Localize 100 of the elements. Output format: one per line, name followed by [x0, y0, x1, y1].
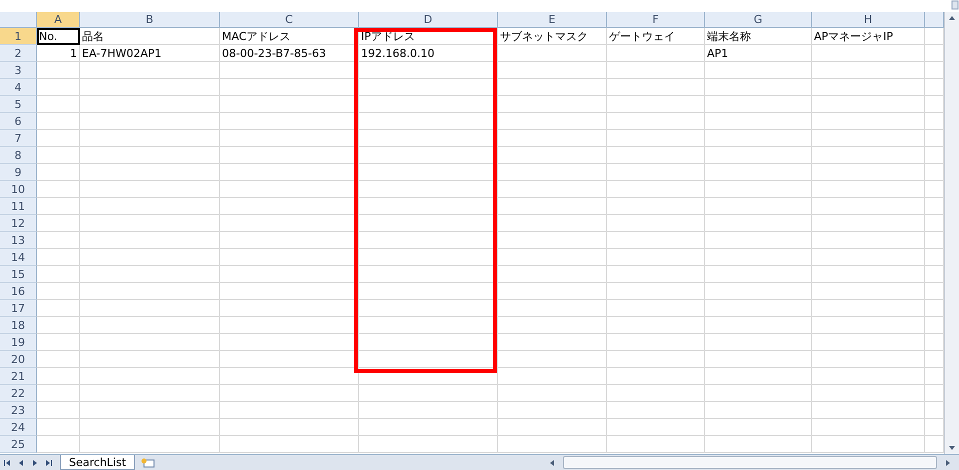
table-cell[interactable]	[812, 266, 925, 283]
table-cell[interactable]	[498, 79, 607, 96]
table-cell[interactable]	[359, 436, 498, 453]
table-cell[interactable]	[498, 215, 607, 232]
table-cell[interactable]	[607, 164, 705, 181]
row-header[interactable]: 3	[0, 62, 37, 79]
vertical-scrollbar[interactable]	[944, 12, 959, 454]
table-cell[interactable]	[812, 419, 925, 436]
table-cell[interactable]	[705, 79, 812, 96]
table-cell[interactable]	[220, 334, 359, 351]
table-cell[interactable]	[220, 385, 359, 402]
table-cell[interactable]	[812, 147, 925, 164]
table-cell[interactable]	[607, 317, 705, 334]
table-cell[interactable]	[498, 402, 607, 419]
table-cell[interactable]	[80, 283, 220, 300]
table-cell[interactable]	[607, 436, 705, 453]
table-cell[interactable]	[705, 164, 812, 181]
table-cell[interactable]	[80, 62, 220, 79]
table-cell[interactable]: AP1	[705, 45, 812, 62]
table-cell[interactable]	[607, 266, 705, 283]
row-header[interactable]: 11	[0, 198, 37, 215]
table-cell[interactable]	[80, 79, 220, 96]
table-cell[interactable]	[220, 300, 359, 317]
table-cell[interactable]	[80, 266, 220, 283]
table-cell[interactable]	[359, 300, 498, 317]
table-cell[interactable]: MACアドレス	[220, 28, 359, 45]
table-cell[interactable]	[498, 249, 607, 266]
table-cell[interactable]	[80, 249, 220, 266]
sheet-tab[interactable]: SearchList	[60, 455, 136, 470]
table-cell[interactable]	[220, 283, 359, 300]
table-cell[interactable]	[607, 334, 705, 351]
table-cell[interactable]	[80, 181, 220, 198]
table-cell[interactable]	[359, 130, 498, 147]
table-cell[interactable]: 192.168.0.10	[359, 45, 498, 62]
table-cell[interactable]	[37, 402, 80, 419]
row-header[interactable]: 20	[0, 351, 37, 368]
column-header[interactable]: E	[498, 12, 607, 28]
table-cell[interactable]	[607, 113, 705, 130]
table-cell[interactable]	[220, 147, 359, 164]
table-cell[interactable]	[498, 113, 607, 130]
table-cell[interactable]	[705, 300, 812, 317]
table-cell[interactable]	[220, 249, 359, 266]
table-cell[interactable]	[80, 198, 220, 215]
table-cell[interactable]: IPアドレス	[359, 28, 498, 45]
column-header[interactable]: F	[607, 12, 705, 28]
table-cell[interactable]	[359, 96, 498, 113]
table-cell[interactable]	[359, 232, 498, 249]
table-cell[interactable]	[80, 317, 220, 334]
table-cell[interactable]	[37, 351, 80, 368]
table-cell[interactable]: EA-7HW02AP1	[80, 45, 220, 62]
table-cell[interactable]	[80, 96, 220, 113]
table-cell[interactable]	[705, 96, 812, 113]
row-header[interactable]: 6	[0, 113, 37, 130]
column-header[interactable]: C	[220, 12, 359, 28]
table-cell[interactable]	[359, 181, 498, 198]
table-cell[interactable]	[812, 164, 925, 181]
table-cell[interactable]	[80, 300, 220, 317]
table-cell[interactable]	[80, 164, 220, 181]
table-cell[interactable]	[498, 368, 607, 385]
table-cell[interactable]	[37, 419, 80, 436]
table-cell[interactable]	[37, 164, 80, 181]
table-cell[interactable]	[37, 249, 80, 266]
table-cell[interactable]	[359, 351, 498, 368]
table-cell[interactable]	[498, 419, 607, 436]
table-cell[interactable]	[220, 181, 359, 198]
table-cell[interactable]	[359, 147, 498, 164]
table-cell[interactable]	[80, 368, 220, 385]
table-cell[interactable]	[498, 147, 607, 164]
table-cell[interactable]	[812, 334, 925, 351]
table-cell[interactable]	[80, 232, 220, 249]
row-header[interactable]: 8	[0, 147, 37, 164]
table-cell[interactable]	[812, 215, 925, 232]
table-cell[interactable]	[80, 130, 220, 147]
table-cell[interactable]	[812, 436, 925, 453]
table-cell[interactable]	[498, 300, 607, 317]
table-cell[interactable]	[812, 249, 925, 266]
table-cell[interactable]	[607, 215, 705, 232]
table-cell[interactable]	[812, 79, 925, 96]
table-cell[interactable]	[705, 419, 812, 436]
table-cell[interactable]	[80, 113, 220, 130]
table-cell[interactable]	[80, 215, 220, 232]
table-cell[interactable]	[80, 402, 220, 419]
column-header[interactable]: A	[37, 12, 80, 28]
table-cell[interactable]	[607, 368, 705, 385]
table-cell[interactable]	[705, 368, 812, 385]
table-cell[interactable]	[359, 283, 498, 300]
column-header[interactable]: G	[705, 12, 812, 28]
table-cell[interactable]	[705, 113, 812, 130]
table-cell[interactable]	[705, 317, 812, 334]
table-cell[interactable]	[498, 385, 607, 402]
column-header[interactable]: B	[80, 12, 220, 28]
table-cell[interactable]	[812, 130, 925, 147]
table-cell[interactable]	[37, 130, 80, 147]
table-cell[interactable]	[220, 368, 359, 385]
table-cell[interactable]	[607, 79, 705, 96]
table-cell[interactable]	[220, 232, 359, 249]
table-cell[interactable]	[607, 300, 705, 317]
table-cell[interactable]	[498, 317, 607, 334]
table-cell[interactable]	[220, 164, 359, 181]
table-cell[interactable]	[37, 317, 80, 334]
